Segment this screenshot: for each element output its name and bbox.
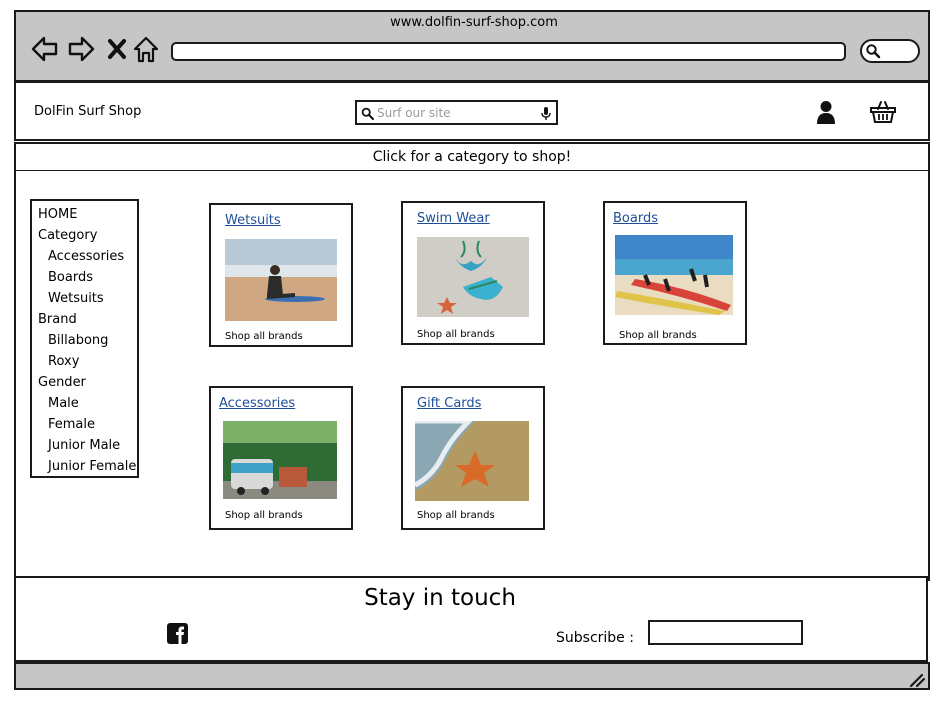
sidebar-item-home[interactable]: HOME [32, 204, 137, 225]
sidebar-item-female[interactable]: Female [32, 414, 137, 435]
user-icon[interactable] [815, 100, 837, 125]
category-banner: Click for a category to shop! [14, 142, 930, 172]
footer-title: Stay in touch [364, 585, 516, 611]
sidebar-item-junior-female[interactable]: Junior Female [32, 456, 137, 477]
subscribe-field[interactable] [648, 620, 805, 645]
site-footer: Stay in touch Subscribe : [14, 576, 928, 662]
card-footer-gift-cards[interactable]: Shop all brands [417, 510, 495, 521]
wetsuits-image[interactable] [225, 239, 337, 321]
sidebar-item-junior-male[interactable]: Junior Male [32, 435, 137, 456]
sidebar-item-wetsuits[interactable]: Wetsuits [32, 288, 137, 309]
subscribe-label: Subscribe : [556, 630, 634, 646]
accessories-image[interactable] [223, 421, 337, 499]
sidebar-item-accessories[interactable]: Accessories [32, 246, 137, 267]
resize-grip-icon[interactable] [909, 673, 925, 687]
browser-search-button[interactable] [860, 39, 920, 63]
card-title-accessories[interactable]: Accessories [219, 396, 295, 411]
search-icon [361, 107, 374, 120]
microphone-icon[interactable] [540, 106, 552, 121]
url-text: www.dolfin-surf-shop.com [390, 15, 558, 30]
browser-chrome: www.dolfin-surf-shop.com [14, 10, 930, 82]
site-search-box[interactable] [355, 100, 558, 125]
search-icon [866, 44, 881, 59]
back-arrow-icon[interactable] [30, 34, 60, 64]
sidebar-item-gender[interactable]: Gender [32, 372, 137, 393]
card-footer-accessories[interactable]: Shop all brands [225, 510, 303, 521]
address-bar[interactable] [171, 42, 846, 61]
sidebar-item-category[interactable]: Category [32, 225, 137, 246]
card-footer-boards[interactable]: Shop all brands [619, 330, 697, 341]
home-icon[interactable] [131, 34, 161, 64]
site-search-input[interactable] [377, 104, 535, 122]
category-card-boards[interactable]: Boards Shop all brands [603, 201, 747, 345]
shopping-basket-icon[interactable] [870, 100, 896, 124]
category-card-wetsuits[interactable]: Wetsuits Shop all brands [209, 203, 353, 347]
card-title-boards[interactable]: Boards [613, 211, 658, 226]
boards-image[interactable] [615, 235, 733, 315]
card-title-wetsuits[interactable]: Wetsuits [225, 213, 281, 228]
facebook-icon[interactable] [167, 623, 188, 644]
category-card-swim-wear[interactable]: Swim Wear Shop all brands [401, 201, 545, 345]
category-card-accessories[interactable]: Accessories Shop all brands [209, 386, 353, 530]
sidebar-item-billabong[interactable]: Billabong [32, 330, 137, 351]
sidebar-nav: HOME Category Accessories Boards Wetsuit… [30, 199, 139, 478]
site-header: DolFin Surf Shop [14, 81, 930, 141]
sidebar-item-male[interactable]: Male [32, 393, 137, 414]
gift-cards-image[interactable] [415, 421, 529, 501]
category-card-gift-cards[interactable]: Gift Cards Shop all brands [401, 386, 545, 530]
browser-status-bar [14, 662, 930, 690]
sidebar-item-roxy[interactable]: Roxy [32, 351, 137, 372]
subscribe-input[interactable] [650, 622, 805, 645]
card-footer-swim-wear[interactable]: Shop all brands [417, 329, 495, 340]
sidebar-item-boards[interactable]: Boards [32, 267, 137, 288]
card-title-gift-cards[interactable]: Gift Cards [417, 396, 481, 411]
forward-arrow-icon[interactable] [66, 34, 96, 64]
sidebar-item-brand[interactable]: Brand [32, 309, 137, 330]
banner-text: Click for a category to shop! [372, 149, 572, 165]
shop-name[interactable]: DolFin Surf Shop [34, 104, 141, 119]
card-title-swim-wear[interactable]: Swim Wear [417, 211, 490, 226]
card-footer-wetsuits[interactable]: Shop all brands [225, 331, 303, 342]
close-x-icon[interactable] [102, 34, 132, 64]
swim-wear-image[interactable] [417, 237, 529, 317]
